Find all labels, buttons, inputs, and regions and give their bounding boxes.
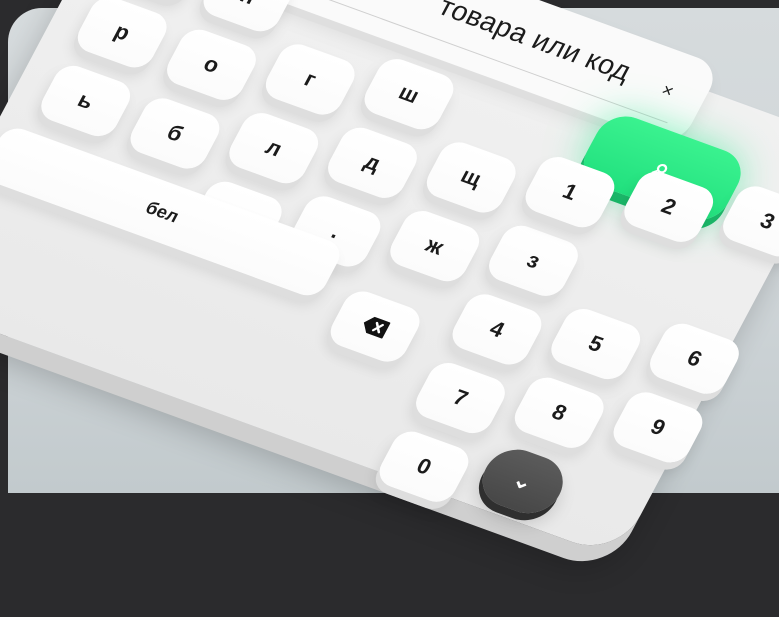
key-label: 9 bbox=[646, 413, 670, 441]
key-label: щ bbox=[456, 162, 487, 192]
space-label: бел bbox=[142, 196, 183, 226]
keyboard-device: товара или код × ⌕ е н р о г ш л д bbox=[0, 0, 779, 617]
keyboard-scene: товара или код × ⌕ е н р о г ш л д bbox=[0, 0, 779, 559]
key-label: ш bbox=[394, 79, 424, 108]
key-label: н bbox=[236, 0, 260, 10]
key-label: р bbox=[110, 18, 135, 46]
key-label: 7 bbox=[449, 384, 473, 411]
key-label: д bbox=[360, 148, 386, 176]
key-label: 2 bbox=[657, 193, 681, 220]
key-label: ж bbox=[421, 231, 449, 260]
clear-icon[interactable]: × bbox=[652, 77, 683, 104]
key-label: 1 bbox=[558, 178, 582, 205]
key-label: 6 bbox=[683, 345, 707, 372]
key-label: 5 bbox=[584, 330, 608, 357]
key-label: 4 bbox=[485, 315, 509, 343]
key-label: ь bbox=[73, 87, 99, 115]
key-label: 3 bbox=[756, 207, 779, 235]
chevron-down-icon: ⌄ bbox=[508, 466, 538, 496]
key-label: о bbox=[199, 50, 224, 78]
key-label: 0 bbox=[412, 453, 436, 480]
key-label: з bbox=[522, 247, 545, 274]
key-label: 8 bbox=[547, 399, 572, 426]
key-label: б bbox=[162, 119, 188, 147]
key-label: л bbox=[261, 134, 287, 162]
backspace-icon bbox=[355, 310, 396, 343]
key-label: г bbox=[300, 66, 321, 92]
